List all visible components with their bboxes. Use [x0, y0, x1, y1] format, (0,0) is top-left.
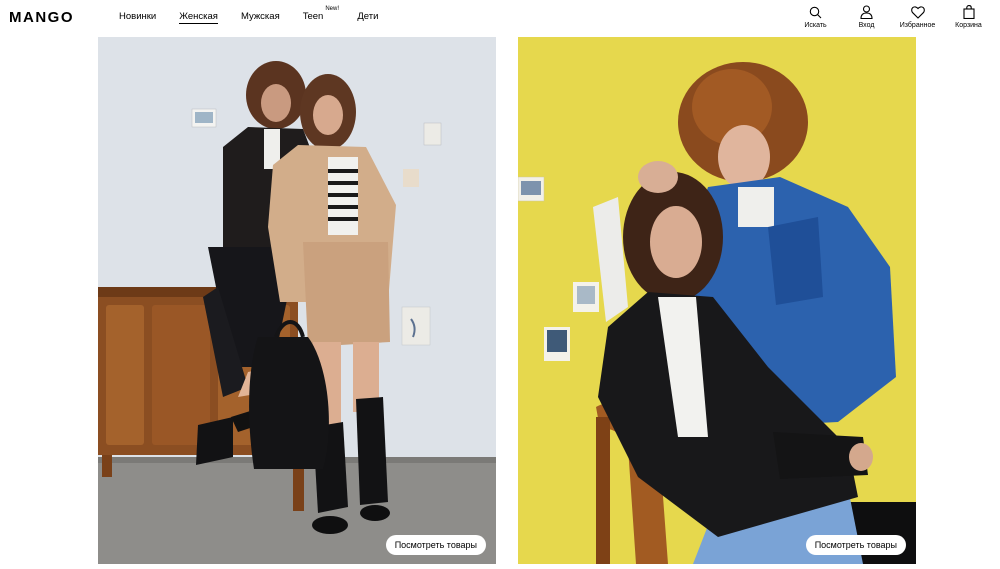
cart-button[interactable]: Корзина [943, 5, 994, 29]
campaign-card-left[interactable]: Посмотреть товары [98, 37, 496, 564]
nav-item-new[interactable]: Новинки [119, 11, 156, 24]
favorites-button[interactable]: Избранное [892, 5, 943, 29]
favorites-label: Избранное [899, 22, 936, 29]
campaign-card-right[interactable]: Посмотреть товары [518, 37, 916, 564]
header-actions: Искать Вход Избранное Корзина [790, 5, 994, 29]
search-icon [809, 5, 823, 19]
login-label: Вход [858, 22, 875, 29]
nav-item-teen[interactable]: Teen New! [302, 6, 339, 24]
user-icon [860, 5, 874, 19]
mango-logo[interactable]: MANGO [9, 9, 74, 26]
search-button[interactable]: Искать [790, 5, 841, 29]
campaign-photo-left [98, 37, 496, 564]
nav-item-men[interactable]: Мужская [241, 11, 280, 24]
new-badge: New! [325, 6, 340, 12]
campaign-photo-right [518, 37, 916, 564]
nav-item-label: Женская [179, 11, 218, 22]
nav-item-label: Мужская [240, 11, 280, 22]
nav-item-label: Новинки [119, 11, 157, 22]
nav-item-label: Teen [302, 11, 324, 22]
bag-icon [962, 5, 976, 19]
view-products-button[interactable]: Посмотреть товары [385, 535, 486, 555]
nav-item-kids[interactable]: Дети [357, 11, 378, 24]
cart-label: Корзина [955, 22, 982, 29]
site-header: MANGO Новинки Женская Мужская Teen New! Д… [0, 0, 1000, 36]
nav-item-women[interactable]: Женская [179, 11, 218, 24]
heart-icon [910, 5, 925, 19]
search-label: Искать [804, 22, 827, 29]
view-products-button[interactable]: Посмотреть товары [805, 535, 906, 555]
main-nav: Новинки Женская Мужская Teen New! Дети [119, 6, 401, 24]
login-button[interactable]: Вход [841, 5, 892, 29]
nav-item-label: Дети [357, 11, 379, 22]
